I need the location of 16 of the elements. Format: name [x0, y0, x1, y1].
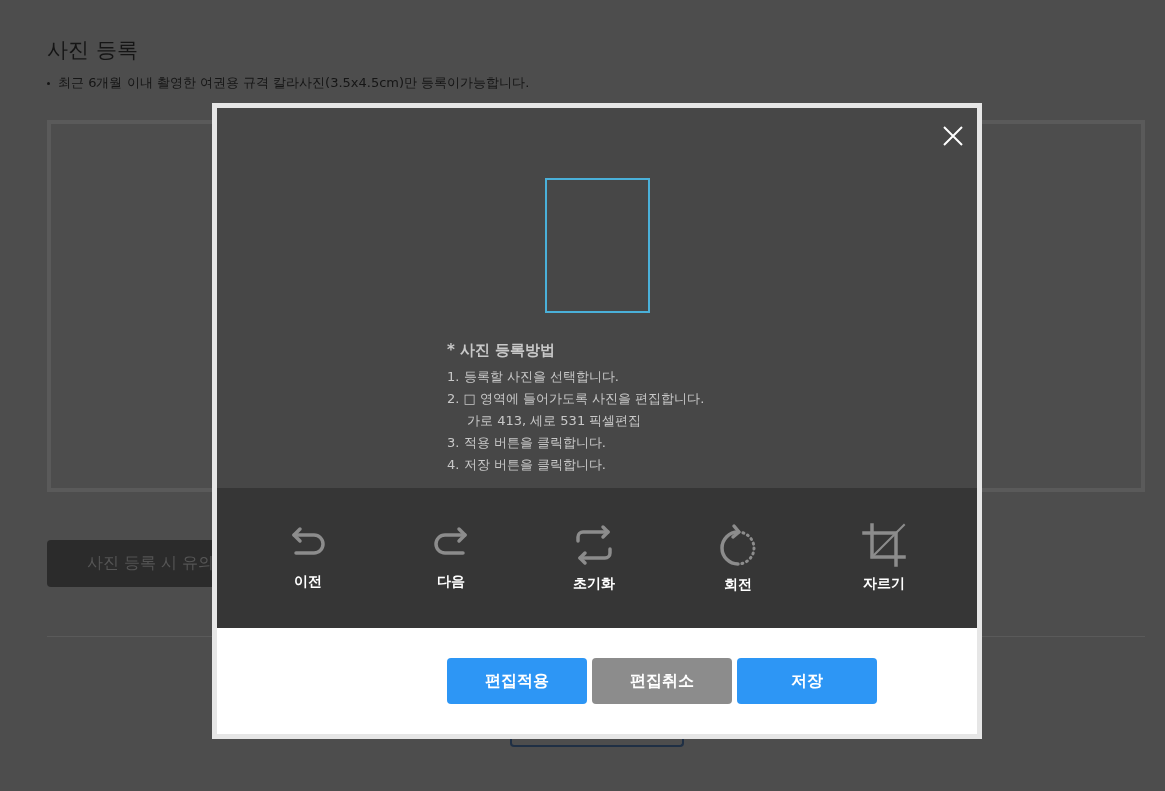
- close-icon[interactable]: [943, 126, 963, 146]
- tool-button[interactable]: 자르기: [861, 523, 906, 593]
- tool-button[interactable]: 이전: [288, 525, 329, 591]
- instruction-line: 1. 등록할 사진을 선택합니다.: [447, 368, 620, 386]
- instruction-line: 4. 저장 버튼을 클릭합니다.: [447, 456, 607, 474]
- page-title: 사진 등록: [47, 37, 139, 64]
- tool-button[interactable]: 회전: [717, 522, 760, 594]
- instruction-line: 2. □ 영역에 들어가도록 사진을 편집합니다.: [447, 390, 705, 408]
- instruction-line: 가로 413, 세로 531 픽셀편집: [466, 412, 643, 430]
- crop-icon: [861, 523, 906, 567]
- repeat-arrows-icon: [573, 523, 614, 567]
- instructions-heading: * 사진 등록방법: [447, 341, 557, 360]
- instruction-line: 3. 적용 버튼을 클릭합니다.: [447, 434, 607, 452]
- bullet-icon: [47, 81, 50, 85]
- tool-button[interactable]: 다음: [430, 525, 471, 591]
- tool-button[interactable]: 초기화: [572, 523, 615, 593]
